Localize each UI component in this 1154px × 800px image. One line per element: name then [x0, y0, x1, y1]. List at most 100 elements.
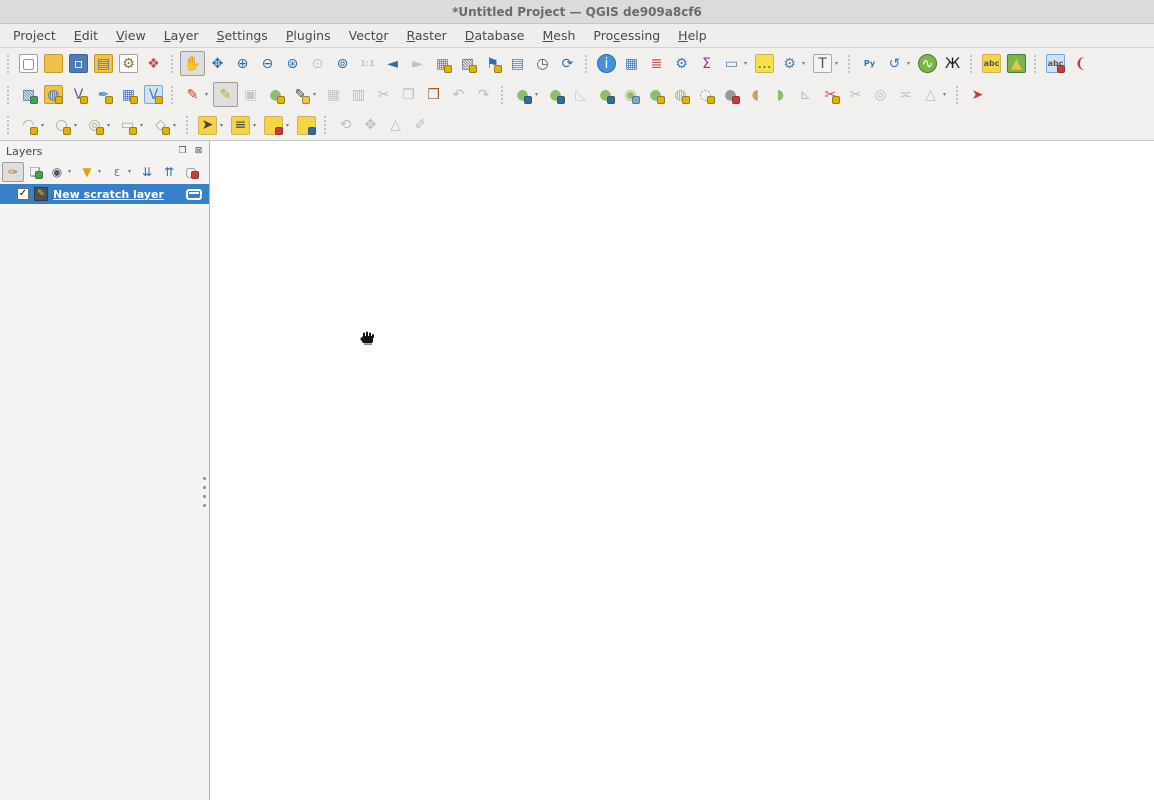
menu-mesh[interactable]: Mesh: [533, 25, 584, 46]
move-feature-button[interactable]: ●: [510, 82, 535, 107]
add-vector-layer-button[interactable]: ◍: [41, 82, 66, 107]
delete-ring-button[interactable]: ◌: [693, 82, 718, 107]
menu-raster[interactable]: Raster: [397, 25, 455, 46]
split-features-button[interactable]: ✂: [818, 82, 843, 107]
pan-map-button[interactable]: ✋: [180, 51, 205, 76]
highlight-pinned-labels-button[interactable]: ❨: [1068, 51, 1093, 76]
new-project-button[interactable]: ▢: [16, 51, 41, 76]
layer-diagram-options-button[interactable]: ▲: [1004, 51, 1029, 76]
panel-close-button[interactable]: ⊠: [192, 145, 205, 158]
new-shapefile-layer-button[interactable]: V: [66, 82, 91, 107]
open-layer-styling-button[interactable]: ✑: [2, 162, 24, 182]
python-console-button[interactable]: Py: [857, 51, 882, 76]
ellipse-tool-dropdown[interactable]: ▾: [107, 122, 115, 129]
select-features-dropdown[interactable]: ▾: [220, 122, 228, 129]
new-3d-map-view-button[interactable]: ▧: [455, 51, 480, 76]
text-annotation-dropdown[interactable]: ▾: [835, 60, 843, 67]
rotate-feature-button[interactable]: ●: [543, 82, 568, 107]
circle-tool-dropdown[interactable]: ▾: [74, 122, 82, 129]
rectangle-tool-button[interactable]: ▭: [115, 113, 140, 138]
zoom-in-button[interactable]: ⊕: [230, 51, 255, 76]
regular-polygon-tool-button[interactable]: ◇: [148, 113, 173, 138]
temporal-controller-button[interactable]: ◷: [530, 51, 555, 76]
deselect-features-dropdown[interactable]: ▾: [286, 122, 294, 129]
show-statistics-button[interactable]: Σ: [694, 51, 719, 76]
identify-features-button[interactable]: i: [594, 51, 619, 76]
select-features-by-value-button[interactable]: ≡: [228, 113, 253, 138]
rectangle-tool-dropdown[interactable]: ▾: [140, 122, 148, 129]
menu-help[interactable]: Help: [669, 25, 716, 46]
menu-settings[interactable]: Settings: [208, 25, 277, 46]
processing-history-dropdown[interactable]: ▾: [907, 60, 915, 67]
move-feature-dropdown[interactable]: ▾: [535, 91, 543, 98]
zoom-last-button[interactable]: ◄: [380, 51, 405, 76]
measure-line-button[interactable]: ▭: [719, 51, 744, 76]
add-part-button[interactable]: ●: [643, 82, 668, 107]
menu-edit[interactable]: Edit: [65, 25, 107, 46]
deselect-features-button[interactable]: [261, 113, 286, 138]
menu-vector[interactable]: Vector: [340, 25, 398, 46]
layer-labeling-options-button[interactable]: abc: [979, 51, 1004, 76]
open-attribute-table-button[interactable]: ▦: [619, 51, 644, 76]
save-project-button[interactable]: ▫: [66, 51, 91, 76]
new-print-layout-button[interactable]: ▤: [91, 51, 116, 76]
filter-legend-button[interactable]: ▼: [76, 162, 98, 182]
add-ring-button[interactable]: ◉: [618, 82, 643, 107]
vertex-tool-dropdown[interactable]: ▾: [313, 91, 321, 98]
refresh-map-button[interactable]: ⟳: [555, 51, 580, 76]
zoom-to-layer-button[interactable]: ⊚: [330, 51, 355, 76]
run-feature-action-button[interactable]: ⚙: [777, 51, 802, 76]
map-tips-button[interactable]: …: [752, 51, 777, 76]
zoom-out-button[interactable]: ⊖: [255, 51, 280, 76]
text-annotation-button[interactable]: T: [810, 51, 835, 76]
new-geopackage-layer-button[interactable]: ✒: [91, 82, 116, 107]
remove-layer-group-button[interactable]: ▢: [180, 162, 202, 182]
menu-layer[interactable]: Layer: [155, 25, 208, 46]
menu-database[interactable]: Database: [456, 25, 534, 46]
processing-toolbox-button[interactable]: ⚙: [669, 51, 694, 76]
open-project-button[interactable]: [41, 51, 66, 76]
run-feature-action-dropdown[interactable]: ▾: [802, 60, 810, 67]
measure-line-dropdown[interactable]: ▾: [744, 60, 752, 67]
ellipse-tool-button[interactable]: ◎: [82, 113, 107, 138]
pan-to-selection-button[interactable]: ✥: [205, 51, 230, 76]
rotate-point-symbols-dropdown[interactable]: ▾: [943, 91, 951, 98]
menu-plugins[interactable]: Plugins: [277, 25, 340, 46]
select-features-button[interactable]: ➤: [195, 113, 220, 138]
circular-string-tool-dropdown[interactable]: ▾: [41, 122, 49, 129]
circle-tool-button[interactable]: ○: [49, 113, 74, 138]
manage-layer-visibility-button[interactable]: ◉: [46, 162, 68, 182]
panel-resize-handle[interactable]: [203, 471, 207, 513]
reshape-features-button[interactable]: ◖: [743, 82, 768, 107]
select-by-location-button[interactable]: [294, 113, 319, 138]
menu-processing[interactable]: Processing: [584, 25, 669, 46]
panel-float-button[interactable]: ❐: [176, 145, 189, 158]
expand-all-button[interactable]: ⇊: [136, 162, 158, 182]
add-polygon-feature-button[interactable]: ●: [263, 82, 288, 107]
map-canvas[interactable]: [210, 141, 1154, 800]
layer-visibility-checkbox[interactable]: ✓: [17, 188, 29, 200]
new-map-view-button[interactable]: ▦: [430, 51, 455, 76]
processing-history-button[interactable]: ↺: [882, 51, 907, 76]
manage-layer-visibility-dropdown[interactable]: ▾: [68, 168, 76, 175]
delete-part-button[interactable]: ●: [718, 82, 743, 107]
simplify-feature-button[interactable]: ●: [593, 82, 618, 107]
show-spatial-bookmarks-button[interactable]: ▤: [505, 51, 530, 76]
toggle-editing-button[interactable]: ✎: [213, 82, 238, 107]
menu-project[interactable]: Project: [4, 25, 65, 46]
first-aid-plugin-button[interactable]: Ж: [940, 51, 965, 76]
pin-labels-button[interactable]: abc: [1043, 51, 1068, 76]
show-layout-manager-button[interactable]: ⚙: [116, 51, 141, 76]
filter-legend-by-expression-dropdown[interactable]: ▾: [128, 168, 136, 175]
osm-place-search-button[interactable]: ∿: [915, 51, 940, 76]
annotation-tool-button[interactable]: ➤: [965, 82, 990, 107]
zoom-full-button[interactable]: ⊛: [280, 51, 305, 76]
vertex-tool-button[interactable]: ✎: [288, 82, 313, 107]
filter-legend-by-expression-button[interactable]: ε: [106, 162, 128, 182]
current-edits-dropdown[interactable]: ▾: [205, 91, 213, 98]
current-edits-button[interactable]: ✎: [180, 82, 205, 107]
fill-ring-button[interactable]: ◍: [668, 82, 693, 107]
circular-string-tool-button[interactable]: ◠: [16, 113, 41, 138]
collapse-all-button[interactable]: ⇈: [158, 162, 180, 182]
new-virtual-layer-button[interactable]: V: [141, 82, 166, 107]
